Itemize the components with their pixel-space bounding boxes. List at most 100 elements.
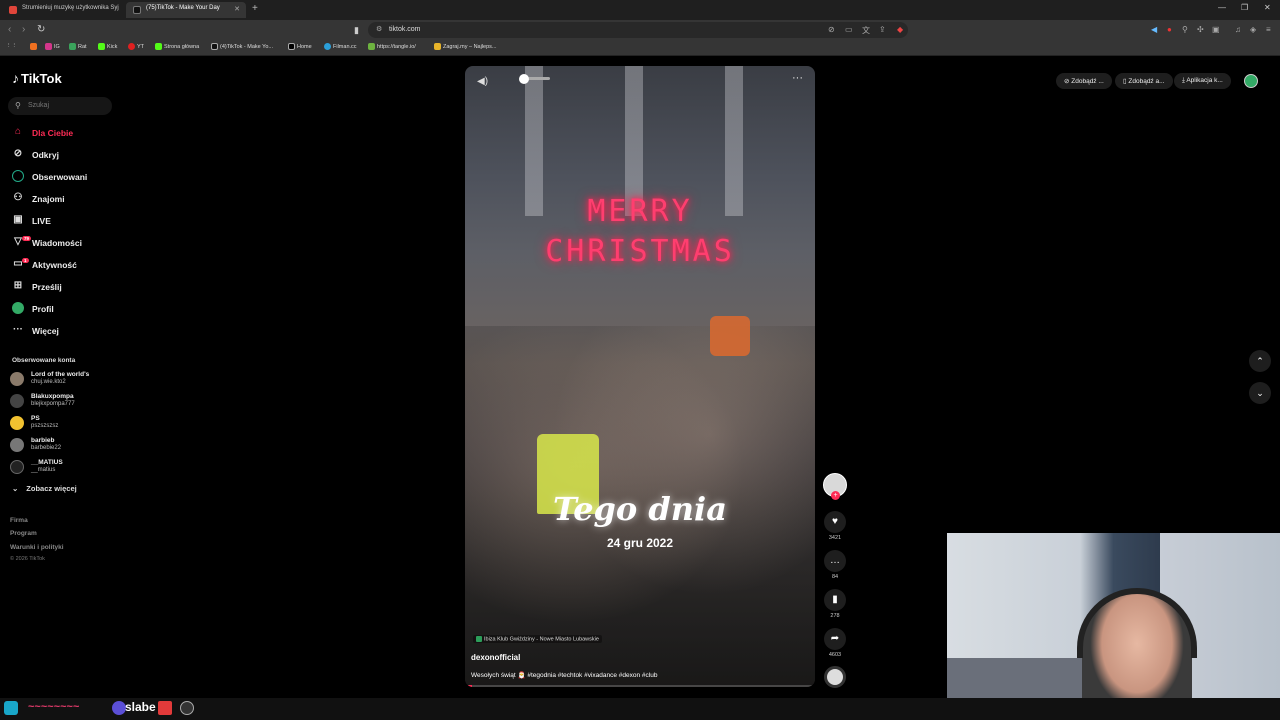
bookmark-item[interactable]: Kick — [98, 43, 117, 50]
sidebar-item-explore[interactable]: ⊘ Odkryj — [10, 145, 120, 163]
user-avatar[interactable] — [1244, 74, 1258, 88]
footer-link-terms[interactable]: Warunki i polityki — [10, 544, 64, 551]
account-name: PS — [31, 415, 40, 422]
sidebar-item-label: Dla Ciebie — [32, 128, 74, 138]
account-name: Blakuxpompa — [31, 393, 74, 400]
maximize-icon[interactable]: ❐ — [1241, 3, 1248, 12]
followed-account[interactable]: barbieb barbebie22 — [10, 435, 120, 455]
sound-disc-button[interactable] — [823, 666, 847, 688]
apps-icon[interactable]: ⋮⋮ — [6, 43, 17, 49]
video-progress-bar[interactable] — [465, 685, 815, 687]
bookmark-icon[interactable]: ▮ — [354, 25, 359, 36]
music-icon[interactable]: ♫ — [1235, 25, 1241, 34]
followed-account[interactable]: Lord of the world's chuj.wie.kto2 — [10, 369, 120, 389]
volume-icon[interactable]: ◀) — [477, 76, 488, 87]
account-handle: pszszszsz — [31, 423, 59, 429]
video-player[interactable]: MERRY CHRISTMAS Tego dnia 24 gru 2022 ◀)… — [465, 66, 815, 687]
bookmark-item[interactable]: IG — [45, 43, 60, 50]
brave-shield-icon[interactable]: ◆ — [897, 25, 903, 34]
follow-plus-icon[interactable]: + — [831, 491, 840, 500]
back-icon[interactable]: ‹ — [8, 24, 11, 35]
browser-tab-tiktok[interactable]: (75)TikTok - Make Your Day ✕ — [126, 2, 246, 18]
avatar — [10, 416, 24, 430]
upload-icon: ⊞ — [13, 280, 23, 291]
bookmark-item[interactable]: (4)TikTok - Make Yo... — [211, 43, 273, 50]
sidebar-item-activity[interactable]: ▭ 1 Aktywność — [10, 255, 120, 273]
get-coins-button[interactable]: ⊘ Zdobądź ... — [1056, 73, 1112, 89]
tiktok-logo[interactable]: ♪ TikTok — [12, 70, 62, 86]
sidebar-item-following[interactable]: Obserwowani — [10, 167, 120, 185]
close-tab-icon[interactable]: ✕ — [234, 5, 240, 13]
minimize-icon[interactable]: — — [1218, 3, 1226, 12]
shield-icon[interactable] — [158, 701, 172, 715]
wallet-icon[interactable]: ◈ — [1250, 25, 1256, 34]
bookmark-item[interactable]: https://tangle.io/ — [368, 43, 416, 50]
bookmark-icon: ▮ — [824, 589, 846, 611]
video-author[interactable]: dexonofficial — [471, 653, 520, 662]
comment-count: 84 — [831, 574, 839, 580]
compass-icon: ⊘ — [13, 148, 23, 159]
new-tab-button[interactable]: + — [252, 3, 258, 14]
video-caption: Wesołych świąt 🎅 #tegodnia #techtok #vix… — [471, 672, 658, 679]
reload-icon[interactable]: ↻ — [37, 24, 45, 35]
more-options-icon[interactable]: ··· — [792, 72, 803, 84]
followed-account[interactable]: Blakuxpompa blejkxpompa777 — [10, 391, 120, 411]
sidebar-item-upload[interactable]: ⊞ Prześlij — [10, 277, 120, 295]
share-icon[interactable]: ⇪ — [879, 25, 886, 34]
site-info-icon[interactable]: ⚙ — [376, 25, 382, 33]
followed-account[interactable]: __MATIUS __matius — [10, 457, 120, 477]
location-tag[interactable]: Ibiza Klub Gwiździny - Nowe Miasto Lubaw… — [473, 635, 602, 644]
volume-slider-knob[interactable] — [519, 74, 529, 84]
sidebar-item-friends[interactable]: ⚇ Znajomi — [10, 189, 120, 207]
search-input[interactable]: ⚲ Szukaj — [8, 97, 112, 115]
camera-off-icon[interactable]: ⊘ — [828, 25, 835, 34]
extension-icon[interactable]: ⚲ — [1182, 25, 1188, 34]
footer-link-company[interactable]: Firma — [10, 517, 28, 524]
previous-video-button[interactable]: ⌃ — [1249, 350, 1271, 372]
creator-avatar-button[interactable]: + — [823, 473, 847, 500]
footer-link-program[interactable]: Program — [10, 530, 37, 537]
bookmark-item[interactable]: Zagraj.my – Najleps... — [434, 43, 497, 50]
sidebar-item-label: Prześlij — [32, 282, 62, 292]
avatar — [10, 460, 24, 474]
bookmark-item[interactable]: Rat — [69, 43, 87, 50]
followed-account[interactable]: PS pszszszsz — [10, 413, 120, 433]
app-icon[interactable] — [112, 701, 126, 715]
app-icon[interactable] — [4, 701, 18, 715]
sidebar-item-more[interactable]: ··· Więcej — [10, 321, 120, 339]
sidebar-toggle-icon[interactable]: ▣ — [1212, 25, 1220, 34]
bookmark-item[interactable]: Home — [288, 43, 312, 50]
menu-icon[interactable]: ≡ — [1266, 25, 1271, 34]
see-more-button[interactable]: ⌄ Zobacz więcej — [12, 484, 85, 493]
translate-icon[interactable]: 文 — [862, 25, 870, 36]
get-app-button[interactable]: ▯ Zdobądź a... — [1115, 73, 1173, 89]
followed-accounts-title: Obserwowane konta — [12, 357, 76, 364]
desktop-app-button[interactable]: ⤓ Aplikacja k... — [1174, 73, 1231, 89]
account-handle: barbebie22 — [31, 445, 62, 451]
address-bar[interactable]: ⚙ tiktok.com — [368, 22, 908, 38]
account-handle: __matius — [31, 467, 56, 473]
close-window-icon[interactable]: ✕ — [1264, 3, 1271, 12]
friends-icon: ⚇ — [13, 192, 23, 203]
app-icon[interactable] — [180, 701, 194, 715]
record-icon[interactable]: ● — [1167, 25, 1172, 34]
bookmark-item[interactable]: Filman.cc — [324, 43, 357, 50]
bookmark-item[interactable] — [30, 43, 39, 50]
bookmark-item[interactable]: Strona główna — [155, 43, 199, 50]
audio-icon[interactable]: ◀ — [1151, 25, 1157, 34]
sidebar-item-profile[interactable]: Profil — [10, 299, 120, 317]
save-button[interactable]: ▮ 278 — [823, 589, 847, 619]
sidebar-item-for-you[interactable]: ⌂ Dla Ciebie — [10, 123, 120, 141]
music-disc-icon — [824, 666, 846, 688]
bookmark-item[interactable]: YT — [128, 43, 144, 50]
sidebar-item-live[interactable]: ▣ LIVE — [10, 211, 120, 229]
browser-tab-music[interactable]: Strumieniuj muzykę użytkownika Syj — [2, 2, 120, 18]
screen-icon[interactable]: ▭ — [845, 25, 853, 34]
comment-button[interactable]: … 84 — [823, 550, 847, 580]
forward-icon[interactable]: › — [22, 24, 25, 35]
share-button[interactable]: ➦ 4603 — [823, 628, 847, 658]
puzzle-icon[interactable]: ✣ — [1197, 25, 1204, 34]
like-button[interactable]: ♥ 3421 — [823, 511, 847, 541]
sidebar-item-messages[interactable]: ▽ 79 Wiadomości — [10, 233, 120, 251]
next-video-button[interactable]: ⌄ — [1249, 382, 1271, 404]
